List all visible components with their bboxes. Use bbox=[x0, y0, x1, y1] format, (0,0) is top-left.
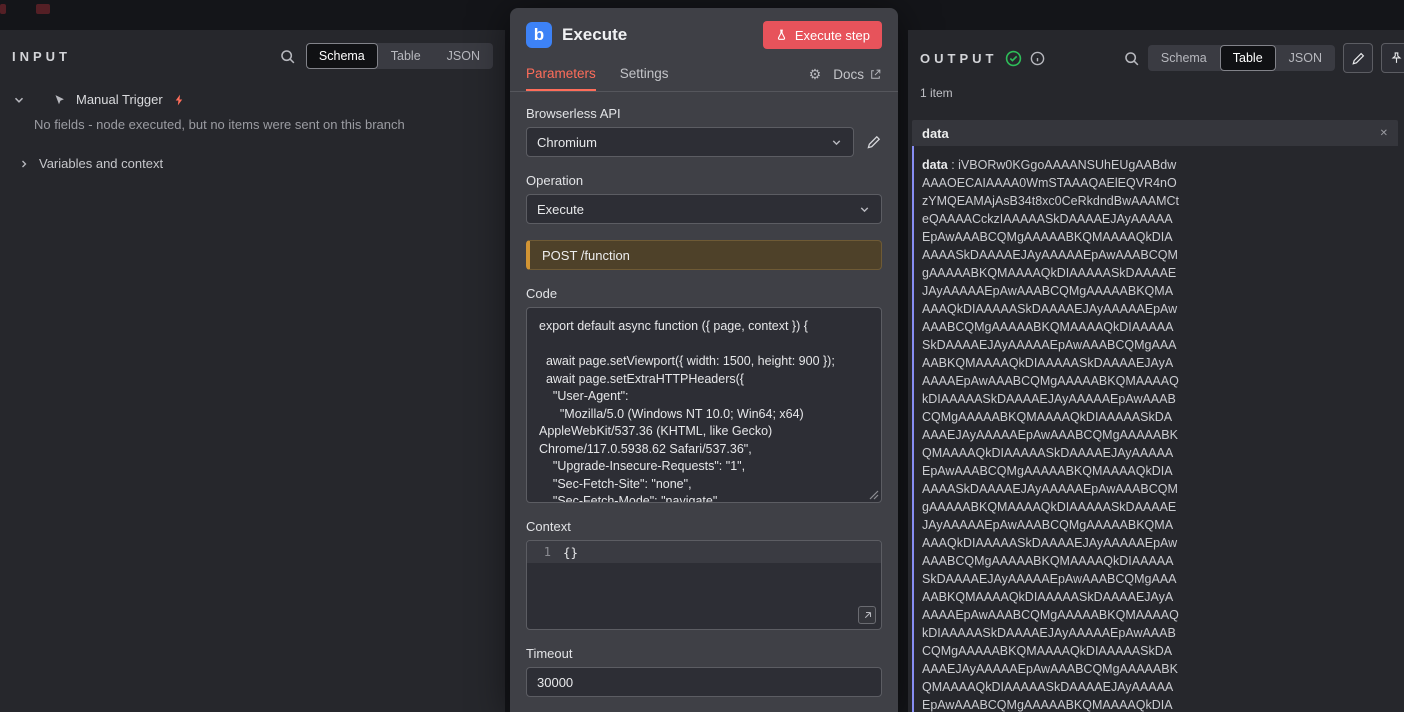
mouse-pointer-icon bbox=[52, 93, 66, 107]
endpoint-banner-field: POST /function bbox=[526, 240, 882, 270]
resize-handle-icon[interactable] bbox=[869, 490, 879, 500]
credential-value: Chromium bbox=[537, 134, 597, 150]
operation-label: Operation bbox=[526, 173, 584, 188]
input-view-tabs: Schema Table JSON bbox=[305, 43, 493, 69]
edit-output-button[interactable] bbox=[1343, 43, 1373, 73]
output-items-count: 1 item bbox=[920, 86, 953, 100]
credential-label: Browserless API bbox=[526, 106, 621, 121]
timeout-field: Timeout bbox=[526, 646, 882, 697]
output-tab-schema[interactable]: Schema bbox=[1148, 45, 1220, 71]
output-table: data ✕ data : iVBORw0KGgoAAAANSUhEUgAABd… bbox=[912, 120, 1398, 712]
input-panel-title: INPUT bbox=[12, 48, 71, 64]
input-panel-header: INPUT Schema Table JSON bbox=[0, 30, 505, 78]
input-tab-json[interactable]: JSON bbox=[434, 43, 493, 69]
external-link-icon bbox=[869, 68, 882, 81]
search-icon[interactable] bbox=[1123, 50, 1140, 67]
success-check-icon bbox=[1005, 50, 1022, 67]
credential-select[interactable]: Chromium bbox=[526, 127, 854, 157]
chevron-down-icon bbox=[830, 136, 843, 149]
output-view-tabs: Schema Table JSON bbox=[1147, 45, 1335, 71]
timeout-label: Timeout bbox=[526, 646, 573, 661]
close-icon[interactable]: ✕ bbox=[1380, 128, 1388, 139]
code-textarea[interactable]: export default async function ({ page, c… bbox=[526, 307, 882, 503]
chevron-down-icon[interactable] bbox=[12, 93, 26, 107]
output-data-key: data bbox=[922, 158, 948, 172]
lightning-icon bbox=[173, 93, 186, 107]
credential-field: Browserless API Chromium bbox=[526, 106, 882, 157]
docs-label: Docs bbox=[833, 67, 864, 82]
node-modal-tabbar: Parameters Settings ⚙ Docs bbox=[510, 58, 898, 92]
output-data-cell: data : iVBORw0KGgoAAAANSUhEUgAABdwAAAOEC… bbox=[922, 156, 1180, 712]
context-editor[interactable]: 1 {} bbox=[526, 540, 882, 630]
input-panel: INPUT Schema Table JSON Manual Trigger N… bbox=[0, 30, 505, 712]
output-panel: OUTPUT Schema Table JSON 1 item data ✕ d… bbox=[908, 30, 1404, 712]
output-panel-title: OUTPUT bbox=[920, 50, 998, 66]
input-empty-message: No fields - node executed, but no items … bbox=[34, 117, 405, 132]
input-tab-schema[interactable]: Schema bbox=[305, 43, 378, 69]
endpoint-banner: POST /function bbox=[526, 240, 882, 270]
canvas-artifact bbox=[36, 4, 50, 14]
pin-icon bbox=[1389, 51, 1404, 66]
tab-parameters[interactable]: Parameters bbox=[526, 58, 596, 91]
variables-context-label: Variables and context bbox=[39, 156, 164, 171]
canvas-artifact bbox=[0, 4, 6, 14]
operation-select[interactable]: Execute bbox=[526, 194, 882, 224]
input-node-row[interactable]: Manual Trigger bbox=[0, 82, 505, 109]
context-editor-line: 1 {} bbox=[527, 541, 881, 563]
tab-settings[interactable]: Settings bbox=[620, 58, 669, 91]
variables-context-section[interactable]: Variables and context bbox=[0, 156, 505, 171]
node-modal-header: b Execute Execute step bbox=[510, 8, 898, 58]
code-label: Code bbox=[526, 286, 558, 301]
chevron-down-icon bbox=[858, 203, 871, 216]
input-tab-table[interactable]: Table bbox=[378, 43, 434, 69]
pin-data-button[interactable] bbox=[1381, 43, 1404, 73]
code-field: Code export default async function ({ pa… bbox=[526, 286, 882, 503]
context-field: Context 1 {} bbox=[526, 519, 882, 630]
output-table-body[interactable]: data : iVBORw0KGgoAAAANSUhEUgAABdwAAAOEC… bbox=[912, 146, 1398, 712]
info-icon[interactable] bbox=[1030, 51, 1045, 66]
flask-icon bbox=[775, 28, 788, 42]
search-icon[interactable] bbox=[279, 48, 296, 65]
pencil-icon[interactable] bbox=[866, 134, 882, 150]
operation-field: Operation Execute bbox=[526, 173, 882, 224]
execute-step-label: Execute step bbox=[794, 27, 870, 43]
docs-link[interactable]: Docs bbox=[833, 67, 882, 82]
expand-editor-icon[interactable] bbox=[858, 606, 876, 624]
input-node-name[interactable]: Manual Trigger bbox=[76, 92, 163, 107]
context-value: {} bbox=[563, 544, 579, 560]
operation-value: Execute bbox=[537, 201, 584, 217]
output-panel-header: OUTPUT Schema Table JSON bbox=[908, 30, 1404, 82]
timeout-input[interactable] bbox=[526, 667, 882, 697]
execute-step-button[interactable]: Execute step bbox=[762, 21, 882, 49]
output-data-value: iVBORw0KGgoAAAANSUhEUgAABdwAAAOECAIAAAA0… bbox=[922, 158, 1180, 712]
chevron-right-icon[interactable] bbox=[18, 158, 30, 170]
gear-icon[interactable]: ⚙ bbox=[809, 66, 822, 83]
browserless-node-icon: b bbox=[526, 22, 552, 48]
output-tab-table[interactable]: Table bbox=[1219, 45, 1276, 71]
output-table-header: data ✕ bbox=[912, 120, 1398, 146]
output-column-header: data bbox=[922, 125, 949, 141]
pencil-icon bbox=[1351, 51, 1366, 66]
node-parameters-body: Browserless API Chromium Operation Execu… bbox=[510, 92, 898, 712]
output-tab-json[interactable]: JSON bbox=[1276, 45, 1335, 71]
line-number: 1 bbox=[543, 545, 551, 559]
context-label: Context bbox=[526, 519, 571, 534]
node-title: Execute bbox=[562, 25, 628, 44]
node-detail-modal: b Execute Execute step Parameters Settin… bbox=[510, 8, 898, 712]
